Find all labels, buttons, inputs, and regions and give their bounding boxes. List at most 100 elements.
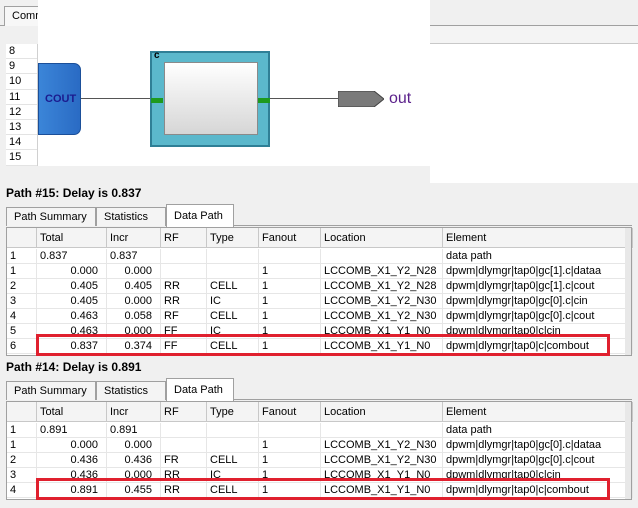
table-cell: 0.837 — [107, 249, 161, 264]
cell-c-block[interactable]: c — [150, 50, 270, 147]
table-cell: 6 — [7, 339, 37, 354]
cell-c-inner — [164, 62, 258, 135]
table-cell — [321, 249, 443, 264]
table-row[interactable]: 2 0.405 0.405 RR CELL 1 LCCOMB_X1_Y2_N28 dpwm|d… — [7, 279, 633, 294]
table-cell: 0.000 — [107, 264, 161, 279]
table-cell: 0.891 — [37, 483, 107, 498]
table-cell: LCCOMB_X1_Y2_N28 — [321, 264, 443, 279]
column-header[interactable]: Fanout — [259, 402, 321, 422]
column-header[interactable]: RF — [161, 402, 207, 422]
table-cell: LCCOMB_X1_Y2_N30 — [321, 453, 443, 468]
table-cell: 0.000 — [107, 438, 161, 453]
row-number: 9 — [6, 59, 37, 75]
table-cell: 0.455 — [107, 483, 161, 498]
column-header[interactable]: Element — [443, 228, 633, 248]
table-cell — [207, 423, 259, 438]
path-title: Path #14: Delay is 0.891 — [6, 360, 142, 374]
table-row[interactable]: 4 0.463 0.058 RF CELL 1 LCCOMB_X1_Y2_N30 dpwm|d… — [7, 309, 633, 324]
vertical-scrollbar[interactable] — [625, 228, 631, 355]
table-cell: dpwm|dlymgr|tap0|gc[0].c|cout — [443, 309, 633, 324]
table-cell: 0.837 — [37, 249, 107, 264]
column-header[interactable] — [7, 402, 37, 422]
wire-in — [81, 98, 150, 99]
schematic-panel: Comm 8 9 10 11 12 13 14 15 COUT c out — [0, 0, 638, 183]
column-header[interactable]: Incr — [107, 402, 161, 422]
table-row[interactable]: 3 0.436 0.000 RR IC 1 LCCOMB_X1_Y1_N0 dpwm|dlym… — [7, 468, 633, 483]
column-header[interactable]: Total — [37, 402, 107, 422]
table-row[interactable]: 1 0.837 0.837 data path — [7, 249, 633, 264]
table-cell: LCCOMB_X1_Y1_N0 — [321, 483, 443, 498]
table-cell: dpwm|dlymgr|tap0|gc[0].c|cout — [443, 453, 633, 468]
table-cell: data path — [443, 423, 633, 438]
column-header[interactable]: Type — [207, 402, 259, 422]
table-cell: 1 — [259, 339, 321, 354]
table-cell — [259, 423, 321, 438]
table-cell: LCCOMB_X1_Y2_N30 — [321, 294, 443, 309]
table-row[interactable]: 4 0.891 0.455 RR CELL 1 LCCOMB_X1_Y1_N0 dpwm|dl… — [7, 483, 633, 498]
tab-data-path[interactable]: Data Path — [166, 378, 234, 401]
column-header[interactable]: Location — [321, 228, 443, 248]
table-cell: 0.000 — [107, 468, 161, 483]
table-row[interactable]: 1 0.000 0.000 1 LCCOMB_X1_Y2_N30 dpwm|dlymgr|… — [7, 438, 633, 453]
table-cell: LCCOMB_X1_Y1_N0 — [321, 339, 443, 354]
table-row[interactable]: 2 0.436 0.436 FR CELL 1 LCCOMB_X1_Y2_N30 dpwm|d… — [7, 453, 633, 468]
table-cell: 0.436 — [37, 453, 107, 468]
column-header[interactable]: Total — [37, 228, 107, 248]
table-cell: 0.000 — [37, 264, 107, 279]
table-cell: LCCOMB_X1_Y2_N28 — [321, 279, 443, 294]
table-cell: RR — [161, 468, 207, 483]
table-cell: 0.837 — [37, 339, 107, 354]
table-cell — [161, 438, 207, 453]
column-header[interactable]: RF — [161, 228, 207, 248]
cout-node[interactable]: COUT — [38, 63, 81, 135]
column-header[interactable]: Element — [443, 402, 633, 422]
table-cell — [259, 249, 321, 264]
table-cell — [321, 423, 443, 438]
vertical-scrollbar[interactable] — [625, 402, 631, 499]
table-cell: 0.463 — [37, 324, 107, 339]
table-cell: 1 — [7, 264, 37, 279]
table-row[interactable]: 1 0.891 0.891 data path — [7, 423, 633, 438]
table-header: Total Incr RF Type Fanout Location Element — [7, 228, 633, 248]
table-cell: 2 — [7, 453, 37, 468]
table-cell: 1 — [259, 483, 321, 498]
tab-path-summary[interactable]: Path Summary — [6, 207, 96, 226]
table-cell: dpwm|dlymgr|tap0|c|combout — [443, 339, 633, 354]
table-cell: CELL — [207, 309, 259, 324]
column-header[interactable] — [7, 228, 37, 248]
table-row[interactable]: 6 0.837 0.374 FF CELL 1 LCCOMB_X1_Y1_N0 dpwm|dl… — [7, 339, 633, 354]
table-cell: dpwm|dlymgr|tap0|c|cin — [443, 468, 633, 483]
table-cell: RF — [161, 309, 207, 324]
column-header[interactable]: Location — [321, 402, 443, 422]
cout-label: COUT — [45, 93, 77, 105]
table-cell: CELL — [207, 453, 259, 468]
schematic-canvas[interactable]: COUT c out — [38, 0, 430, 166]
output-pin-icon[interactable] — [338, 91, 384, 107]
table-cell: LCCOMB_X1_Y2_N30 — [321, 309, 443, 324]
table-cell: 0.374 — [107, 339, 161, 354]
table-cell: 1 — [259, 324, 321, 339]
tab-statistics[interactable]: Statistics — [96, 381, 166, 400]
table-cell: 1 — [259, 279, 321, 294]
table-cell: 0.891 — [107, 423, 161, 438]
table-row[interactable]: 3 0.405 0.000 RR IC 1 LCCOMB_X1_Y2_N30 dpwm|dly… — [7, 294, 633, 309]
table-row[interactable]: 5 0.463 0.000 FF IC 1 LCCOMB_X1_Y1_N0 dpwm|dlym… — [7, 324, 633, 339]
table-cell: dpwm|dlymgr|tap0|gc[0].c|dataa — [443, 438, 633, 453]
table-cell: 0.058 — [107, 309, 161, 324]
column-header[interactable]: Incr — [107, 228, 161, 248]
cell-output-port — [258, 98, 270, 103]
tab-path-summary[interactable]: Path Summary — [6, 381, 96, 400]
table-row[interactable]: 1 0.000 0.000 1 LCCOMB_X1_Y2_N28 dpwm|dlymgr|… — [7, 264, 633, 279]
row-number: 8 — [6, 44, 37, 60]
table-cell: IC — [207, 294, 259, 309]
table-cell: RR — [161, 483, 207, 498]
table-cell: dpwm|dlymgr|tap0|c|combout — [443, 483, 633, 498]
table-header: Total Incr RF Type Fanout Location Element — [7, 402, 633, 422]
column-header[interactable]: Fanout — [259, 228, 321, 248]
table-cell — [207, 264, 259, 279]
table-cell: 0.405 — [107, 279, 161, 294]
table-cell: LCCOMB_X1_Y2_N30 — [321, 438, 443, 453]
column-header[interactable]: Type — [207, 228, 259, 248]
tab-statistics[interactable]: Statistics — [96, 207, 166, 226]
tab-data-path[interactable]: Data Path — [166, 204, 234, 227]
